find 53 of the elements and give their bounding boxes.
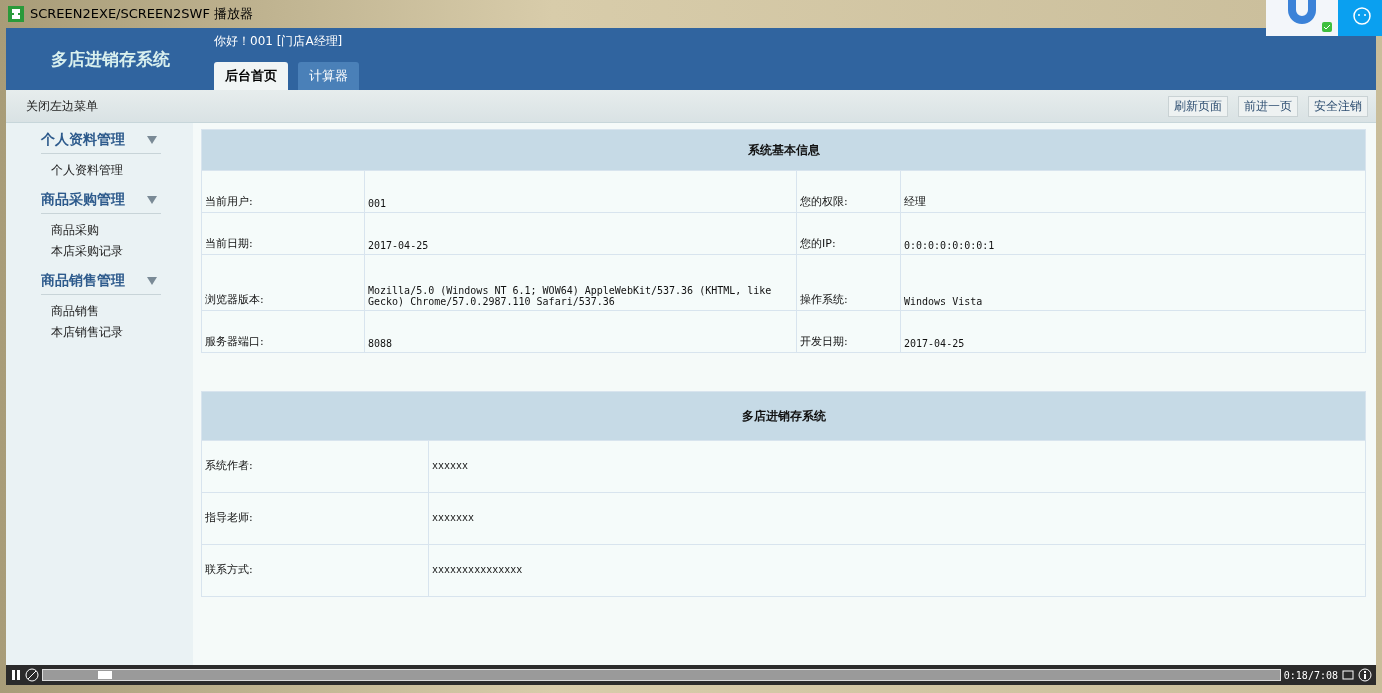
pause-icon[interactable] [10,669,22,681]
greeting-text: 你好！001 [门店A经理] [214,33,344,50]
table-cell: xxxxxxx [428,492,1366,545]
time-readout: 0:18/7:08 [1283,669,1338,681]
table-cell: 指导老师: [201,492,429,545]
table-cell: 开发日期: [796,310,901,353]
caret-icon [147,196,157,204]
table-cell: 您的权限: [796,170,901,213]
menu-item[interactable]: 商品销售 [51,301,193,322]
table-cell: Mozilla/5.0 (Windows NT 6.1; WOW64) AppleWebKit/537.36 (KHTML, like Gecko) Chrome/57.0.2987.110 Safari/537.36 [364,254,797,311]
caret-icon [147,136,157,144]
caret-icon [147,277,157,285]
table-cell: 服务器端口: [201,310,365,353]
shield-app-icon[interactable] [1266,0,1338,36]
toolbar-button[interactable]: 安全注销 [1308,95,1368,117]
mute-icon[interactable] [25,668,39,682]
toolbar-button[interactable]: 前进一页 [1238,95,1298,117]
table-cell: 当前用户: [201,170,365,213]
table-cell: 2017-04-25 [364,212,797,255]
progress-thumb[interactable] [97,671,112,679]
menu-item[interactable]: 商品采购 [51,220,193,241]
table-cell: Windows Vista [900,254,1366,311]
table-cell: 当前日期: [201,212,365,255]
table-cell: 浏览器版本: [201,254,365,311]
menu-group-header[interactable]: 商品销售管理 [41,270,161,295]
table-cell: xxxxxx [428,440,1366,493]
menu-item[interactable]: 本店采购记录 [51,241,193,262]
table-cell: 0:0:0:0:0:0:0:1 [900,212,1366,255]
tab[interactable]: 计算器 [298,62,359,90]
table-title: 系统基本信息 [201,129,1366,171]
menu-item[interactable]: 本店销售记录 [51,322,193,343]
brand-title: 多店进销存系统 [49,47,171,71]
table-cell: 您的IP: [796,212,901,255]
fullscreen-icon[interactable] [1341,668,1355,682]
table-title: 多店进销存系统 [201,391,1366,441]
table-cell: xxxxxxxxxxxxxxx [428,544,1366,597]
info-icon[interactable] [1358,668,1372,682]
table-cell: 联系方式: [201,544,429,597]
menu-group-header[interactable]: 商品采购管理 [41,189,161,214]
assistant-icon[interactable] [1338,0,1382,36]
menu-item[interactable]: 个人资料管理 [51,160,193,181]
table-cell: 经理 [900,170,1366,213]
window-title: SCREEN2EXE/SCREEN2SWF 播放器 [30,5,253,23]
table-cell: 8088 [364,310,797,353]
table-cell: 001 [364,170,797,213]
toolbar-button[interactable]: 刷新页面 [1168,95,1228,117]
tab[interactable]: 后台首页 [214,62,288,90]
table-cell: 系统作者: [201,440,429,493]
table-cell: 操作系统: [796,254,901,311]
app-icon [8,6,24,22]
table-cell: 2017-04-25 [900,310,1366,353]
menu-group-header[interactable]: 个人资料管理 [41,129,161,154]
close-menu-link[interactable]: 关闭左边菜单 [26,97,98,115]
